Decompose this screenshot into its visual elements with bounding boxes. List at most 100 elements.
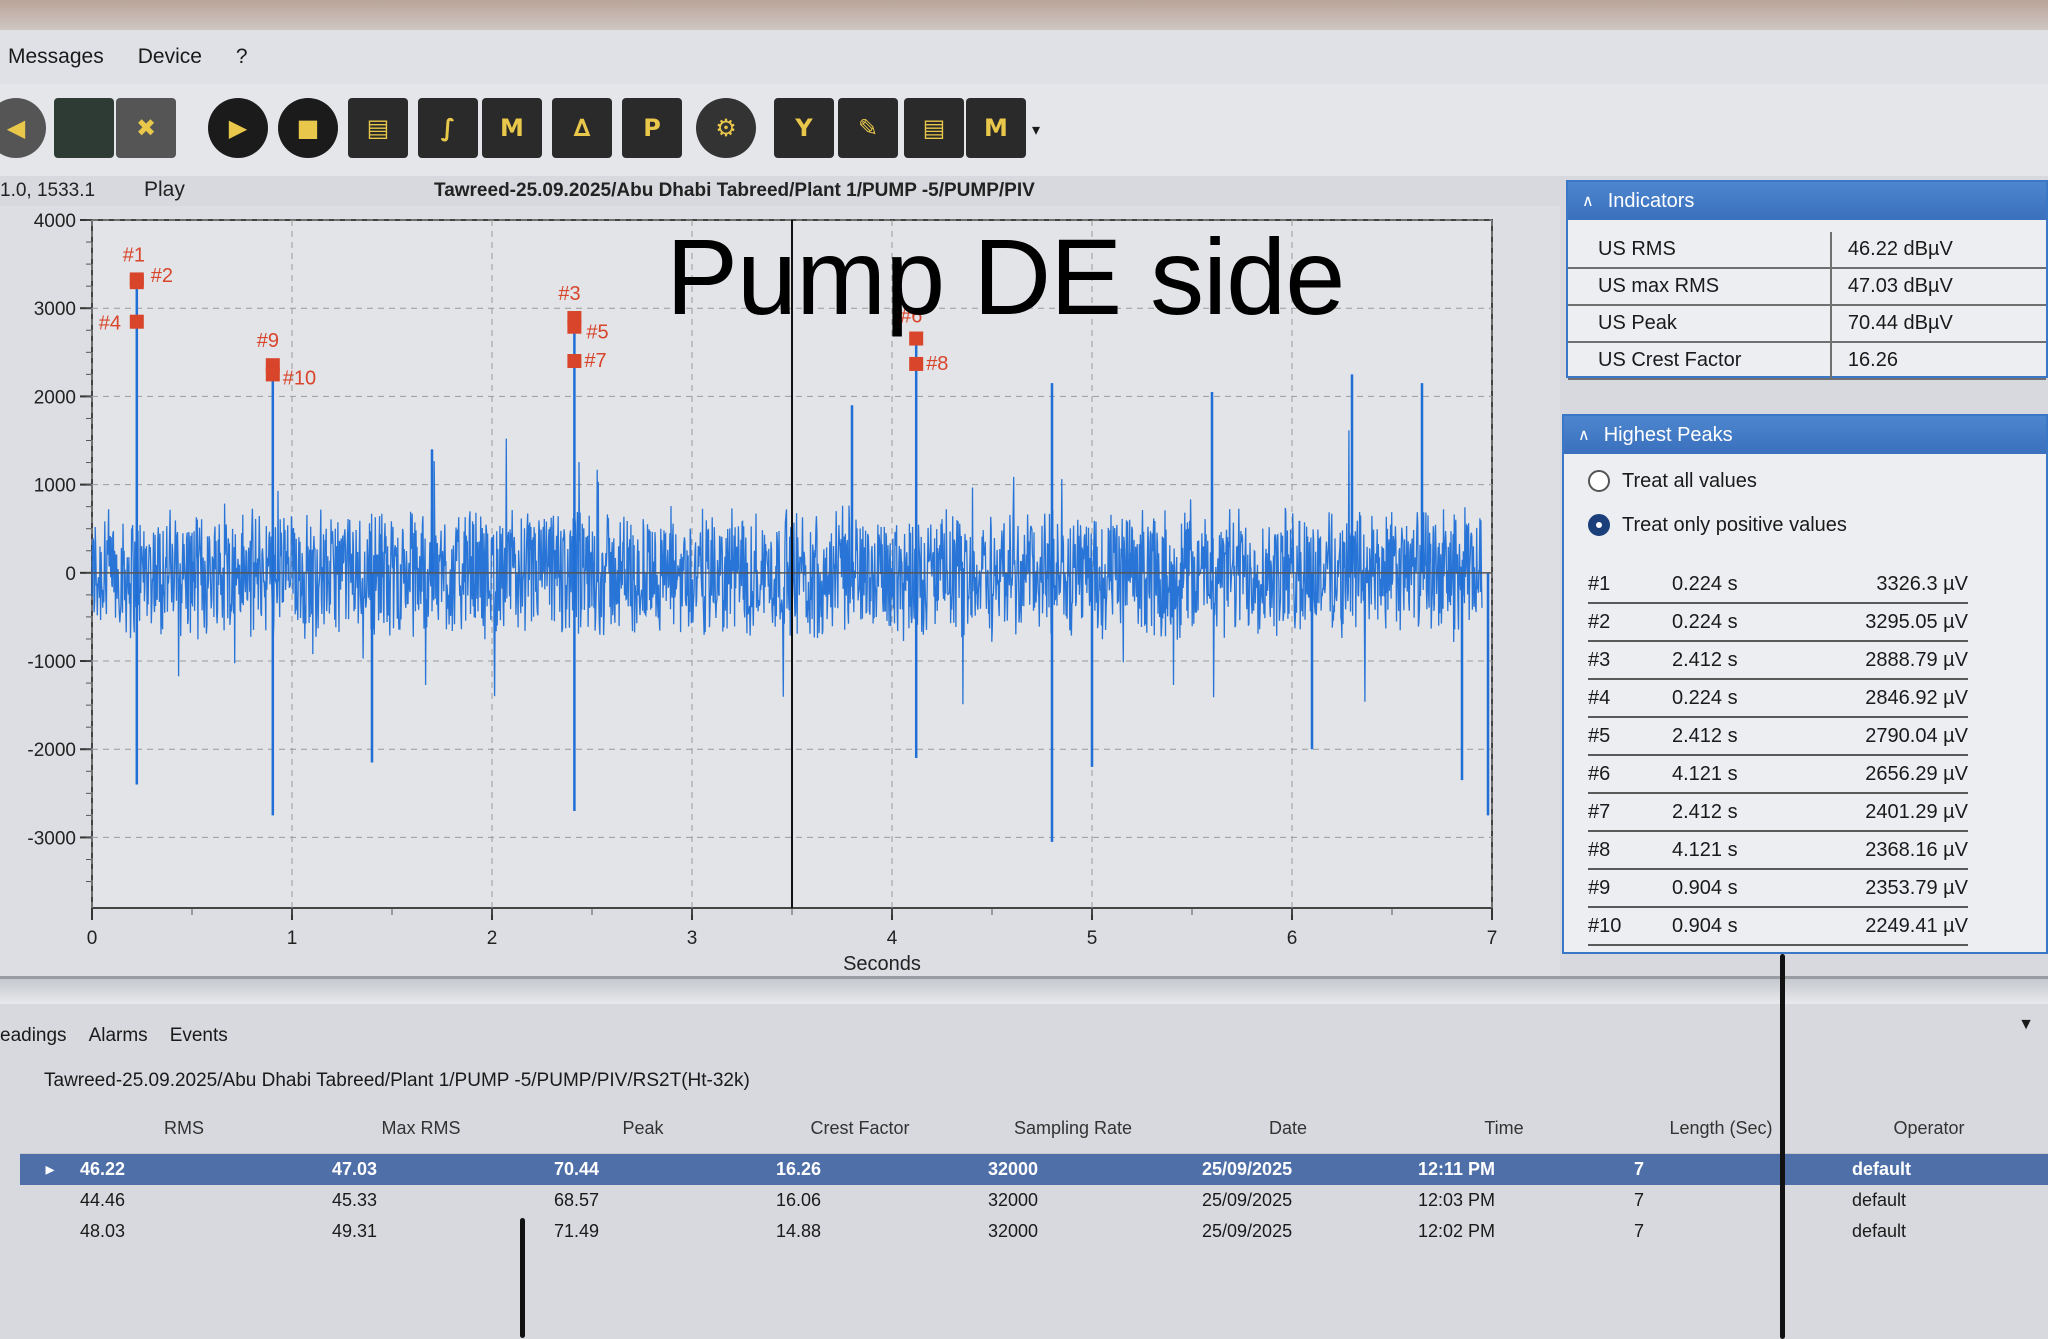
export-save-icon[interactable]: ▤ [904,98,964,158]
highest-peaks-header[interactable]: ∧ Highest Peaks [1564,416,2046,454]
collapse-chevron-icon[interactable]: ∧ [1582,191,1594,211]
peak-row[interactable]: #6 4.121 s 2656.29 µV [1588,756,1968,794]
x-axis-label: Seconds [843,953,921,975]
stop-icon[interactable]: ■ [278,98,338,158]
tab-alarms[interactable]: Alarms [89,1021,148,1051]
y-tick-label: 3000 [34,299,76,320]
save-icon[interactable]: ▤ [348,98,408,158]
peak-marker [129,275,144,290]
tab-readings[interactable]: eadings [0,1021,67,1051]
column-header[interactable]: Max RMS [310,1118,532,1139]
annotation-title: Pump DE side [666,216,1345,337]
indicator-row: US Peak 70.44 dBµV [1568,305,2046,343]
toolbar: ◀ ✖ ▶ ■ ▤ ∫ M ∆ P ⚙ Y ✎ ▤ M ▾ [0,84,2048,176]
peak-chart-icon[interactable]: ∆ [552,98,612,158]
peak-marker-label: #8 [926,353,948,375]
column-header[interactable]: Crest Factor [754,1118,966,1139]
row-selector-icon[interactable]: ▸ [20,1159,58,1180]
table-row[interactable]: ▸ 46.22 47.03 70.44 16.26 32000 25/09/2025 … [20,1154,2048,1185]
peak-row[interactable]: #8 4.121 s 2368.16 µV [1588,832,1968,870]
play-status: Play [144,178,185,201]
settings-gear-icon[interactable]: ⚙ [696,98,756,158]
y-tick-label: 4000 [34,211,76,232]
peak-marker-label: #4 [99,313,121,335]
peak-row[interactable]: #9 0.904 s 2353.79 µV [1588,870,1968,908]
indicators-title: Indicators [1607,189,1695,212]
x-tick-label: 7 [1487,928,1498,949]
cursor-coordinates: 1.0, 1533.1 [0,180,96,201]
multi-marker-icon[interactable]: M [966,98,1026,158]
peaks-list: #1 0.224 s 3326.3 µV #2 0.224 s 3295.05 µV #… [1588,566,1968,946]
x-tick-label: 4 [887,928,898,949]
highest-peaks-title: Highest Peaks [1603,423,1733,446]
x-tick-label: 2 [487,928,498,949]
peak-row[interactable]: #2 0.224 s 3295.05 µV [1588,604,1968,642]
readings-path: Tawreed-25.09.2025/Abu Dhabi Tabreed/Pla… [44,1070,750,1091]
radio-treat-all[interactable]: Treat all values [1588,464,2046,498]
tab-events[interactable]: Events [170,1021,228,1051]
peak-marker [567,319,582,334]
y-tick-label: 1000 [34,476,76,497]
peak-row[interactable]: #4 0.224 s 2846.92 µV [1588,680,1968,718]
peak-row[interactable]: #5 2.412 s 2790.04 µV [1588,718,1968,756]
peak-row[interactable]: #1 0.224 s 3326.3 µV [1588,566,1968,604]
peak-marker-label: #1 [123,244,145,266]
peak-marker [129,314,144,329]
pen-mark [1780,954,1785,1339]
x-tick-label: 3 [687,928,698,949]
waveform-chart[interactable]: 4000 3000 2000 1000 0 -1000 -2000 -3000 0 1 2 3 4 5 6 7… [0,206,1560,976]
radio-checked-icon[interactable] [1588,514,1610,536]
play-icon[interactable]: ▶ [208,98,268,158]
x-tick-label: 0 [87,928,98,949]
menu-device[interactable]: Device [138,45,202,69]
peak-marker [265,367,280,382]
peak-marker-label: #10 [283,367,316,389]
expand-chevron-icon[interactable]: ▼ [2018,1016,2034,1034]
y-axis-icon[interactable]: Y [774,98,834,158]
column-header[interactable]: Length (Sec) [1612,1118,1830,1139]
column-header[interactable]: Operator [1830,1118,2028,1139]
peak-marker-label: #5 [586,322,608,344]
y-tick-label: 0 [65,564,76,585]
chevron-down-icon[interactable]: ▾ [1032,120,1040,140]
peak-marker-label: #7 [584,350,606,372]
peak-marker [567,354,582,369]
peak-row[interactable]: #7 2.412 s 2401.29 µV [1588,794,1968,832]
radio-treat-positive[interactable]: Treat only positive values [1588,508,2046,542]
peak-marker-label: #2 [151,265,173,287]
copy-icon[interactable] [54,98,114,158]
column-header[interactable]: Peak [532,1118,754,1139]
status-line: 1.0, 1533.1 Play Tawreed-25.09.2025/Abu … [0,176,1560,206]
close-window-icon[interactable]: ✖ [116,98,176,158]
radio-treat-all-label: Treat all values [1622,469,1757,492]
menu-bar: Messages Device ? [0,30,2048,84]
column-header[interactable]: Time [1396,1118,1612,1139]
collapse-chevron-icon[interactable]: ∧ [1578,425,1590,445]
eraser-icon[interactable]: ✎ [838,98,898,158]
radio-unchecked-icon[interactable] [1588,470,1610,492]
column-header[interactable]: RMS [58,1118,310,1139]
table-row[interactable]: 44.46 45.33 68.57 16.06 32000 25/09/2025 12… [20,1185,2048,1216]
readings-table: RMS Max RMS Peak Crest Factor Sampling R… [20,1104,2048,1339]
peak-row[interactable]: #10 0.904 s 2249.41 µV [1588,908,1968,946]
x-tick-label: 1 [287,928,298,949]
y-tick-label: -1000 [27,652,76,673]
marker-m-icon[interactable]: M [482,98,542,158]
back-icon[interactable]: ◀ [0,98,46,158]
menu-messages[interactable]: Messages [8,45,104,69]
rms-chart-icon[interactable]: ∫ [418,98,478,158]
indicators-header[interactable]: ∧ Indicators [1568,182,2046,220]
peak-p-icon[interactable]: P [622,98,682,158]
x-tick-label: 5 [1087,928,1098,949]
peak-row[interactable]: #3 2.412 s 2888.79 µV [1588,642,1968,680]
highest-peaks-panel: ∧ Highest Peaks Treat all values Treat o… [1562,414,2048,954]
indicators-table: US RMS 46.22 dBµV US max RMS 47.03 dBµV US… [1568,232,2046,380]
splitter-bar[interactable] [0,976,2048,1004]
peak-marker-label: #9 [257,330,279,352]
column-header[interactable]: Sampling Rate [966,1118,1180,1139]
window-top-strip [0,0,2048,30]
column-header[interactable]: Date [1180,1118,1396,1139]
x-tick-label: 6 [1287,928,1298,949]
table-row[interactable]: 48.03 49.31 71.49 14.88 32000 25/09/2025 12… [20,1216,2048,1247]
menu-help[interactable]: ? [236,45,248,69]
